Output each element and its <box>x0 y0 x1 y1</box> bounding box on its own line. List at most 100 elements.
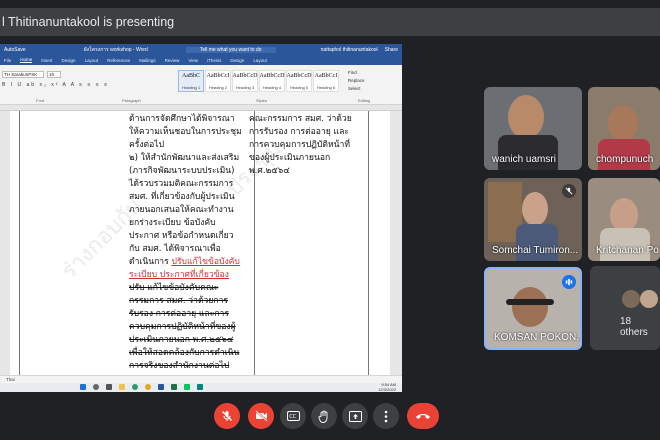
style-heading2[interactable]: AaBbCcI Heading 2 <box>205 70 231 92</box>
cell-text-b: ๒) ให้สำนักพัฒนาและส่งเสริม (ภารกิจพัฒนา… <box>129 153 240 267</box>
mic-off-icon <box>562 184 576 198</box>
style-name: Heading 6 <box>316 85 336 90</box>
style-sample: AaBbCcI <box>314 73 338 79</box>
participant-tile-active[interactable]: KOMSAN POKON... <box>484 267 582 350</box>
word-icon[interactable] <box>158 384 164 390</box>
format-tools[interactable]: B I U ab x₂ x² A A ≡ ≡ ≡ ≡ <box>2 82 109 88</box>
participant-video <box>610 198 638 232</box>
speaking-indicator-icon <box>562 275 576 289</box>
style-heading4[interactable]: AaBbCcD Heading 4 <box>259 70 285 92</box>
group-editing: Editing <box>358 98 371 103</box>
style-heading5[interactable]: AaBbCcD Heading 5 <box>286 70 312 92</box>
doc-title: ผังโครงการ workshop - Word <box>83 46 148 53</box>
participant-tile[interactable]: wanich uamsri <box>484 87 582 170</box>
more-options-button[interactable] <box>373 403 399 429</box>
tab-layout[interactable]: Layout <box>85 58 99 63</box>
end-call-button[interactable] <box>407 403 439 429</box>
style-heading3[interactable]: AaBbCcD Heading 3 <box>232 70 258 92</box>
call-controls: CC <box>0 403 660 429</box>
meet-icon[interactable] <box>197 384 203 390</box>
ribbon-tabs: File Home Insert Design Layout Reference… <box>0 55 402 65</box>
style-sample: AaBbCcD <box>232 73 258 79</box>
raise-hand-icon <box>318 410 328 423</box>
participant-name: wanich uamsri <box>492 154 556 165</box>
document-area[interactable]: ร่างกอบกับ ประชุม ด้านการจัดศึกษาได้พิจา… <box>0 111 402 375</box>
style-heading6[interactable]: AaBbCcI Heading 6 <box>313 70 339 92</box>
participant-name: Somchai Tumiron... <box>492 245 579 256</box>
captions-icon: CC <box>286 411 300 421</box>
glasses <box>506 299 554 305</box>
tab-ithesis[interactable]: iThesis <box>207 58 221 63</box>
tab-home[interactable]: Home <box>20 57 33 63</box>
avatar <box>640 290 658 308</box>
line-icon[interactable] <box>184 384 190 390</box>
tracked-delete: ปรับ แก้ไขข้อบังคับคณะกรรมการ สมศ. ว่าด้… <box>129 283 240 371</box>
participant-video <box>508 95 544 139</box>
raise-hand-button[interactable] <box>311 403 337 429</box>
present-icon <box>348 410 362 422</box>
camera-toggle-button[interactable] <box>248 403 274 429</box>
avatar <box>622 290 640 308</box>
tab-view[interactable]: View <box>188 58 198 63</box>
cell-text-col3[interactable]: คณะกรรมการ สมศ. ว่าด้วยการรับรอง การต่ออ… <box>249 113 357 178</box>
group-styles: Styles <box>256 98 267 103</box>
tell-me-search[interactable]: Tell me what you want to do <box>185 46 276 53</box>
word-title-bar: AutoSave ผังโครงการ workshop - Word Tell… <box>0 44 402 55</box>
style-heading1[interactable]: AaBbC Heading 1 <box>178 70 204 92</box>
search-icon[interactable] <box>93 384 99 390</box>
tab-table-layout[interactable]: Layout <box>253 58 267 63</box>
editing-group: Find Replace Select <box>348 69 365 93</box>
tab-file[interactable]: File <box>4 58 11 63</box>
participant-tile[interactable]: Somchai Tumiron... <box>484 178 582 261</box>
participant-name: KOMSAN POKON... <box>494 332 582 343</box>
participant-video <box>522 192 548 226</box>
style-name: Heading 5 <box>289 85 309 90</box>
participant-tile[interactable]: Kritchanan Po... <box>588 178 660 261</box>
windows-start-icon[interactable] <box>80 384 86 390</box>
participant-video <box>512 287 548 327</box>
tab-insert[interactable]: Insert <box>41 58 52 63</box>
group-paragraph: Paragraph <box>122 98 141 103</box>
status-bar: Thai <box>0 375 402 383</box>
shared-screen: AutoSave ผังโครงการ workshop - Word Tell… <box>0 44 402 392</box>
others-tile[interactable]: 18 others <box>590 266 660 350</box>
end-call-icon <box>416 414 430 419</box>
font-select[interactable]: TH SarabunPSK <box>2 71 44 78</box>
tab-mailings[interactable]: Mailings <box>139 58 156 63</box>
present-button[interactable] <box>342 403 368 429</box>
style-name: Heading 1 <box>181 85 201 90</box>
cell-text-col2[interactable]: ด้านการจัดศึกษาได้พิจารณาให้ความเห็นชอบใ… <box>129 113 243 373</box>
find-button[interactable]: Find <box>348 69 365 77</box>
select-button[interactable]: Select <box>348 85 365 93</box>
more-vert-icon <box>384 410 388 422</box>
meet-window: l Thitinanuntakool is presenting AutoSav… <box>0 0 660 440</box>
captions-button[interactable]: CC <box>280 403 306 429</box>
tab-review[interactable]: Review <box>165 58 180 63</box>
style-sample: AaBbCcD <box>286 73 312 79</box>
style-name: Heading 4 <box>262 85 282 90</box>
tab-table-design[interactable]: Design <box>230 58 244 63</box>
tab-design[interactable]: Design <box>62 58 76 63</box>
participant-name: chompunuch <box>596 154 654 165</box>
replace-button[interactable]: Replace <box>348 77 365 85</box>
share-button[interactable]: Share <box>385 47 398 53</box>
task-view-icon[interactable] <box>106 384 112 390</box>
taskbar-clock: 9:54 AM 12/3/2022 <box>378 382 396 392</box>
ribbon: TH SarabunPSK 16 B I U ab x₂ x² A A ≡ ≡ … <box>0 65 402 105</box>
excel-icon[interactable] <box>171 384 177 390</box>
style-name: Heading 3 <box>235 85 255 90</box>
explorer-icon[interactable] <box>119 384 125 390</box>
cell-text-a: ด้านการจัดศึกษาได้พิจารณาให้ความเห็นชอบใ… <box>129 114 242 150</box>
clock-date: 12/3/2022 <box>378 386 396 392</box>
tab-references[interactable]: References <box>107 58 130 63</box>
participant-tile[interactable]: chompunuch <box>588 87 660 170</box>
styles-gallery: AaBbC Heading 1 AaBbCcI Heading 2 AaBbCcD H… <box>178 70 339 92</box>
font-size-select[interactable]: 16 <box>47 71 61 78</box>
chrome-icon[interactable] <box>145 384 151 390</box>
edge-icon[interactable] <box>132 384 138 390</box>
user-name: nattaphol thitinanuntakool <box>320 46 378 53</box>
presenting-banner: l Thitinanuntakool is presenting <box>0 8 660 36</box>
mic-toggle-button[interactable] <box>214 403 240 429</box>
style-sample: AaBbCcD <box>259 73 285 79</box>
presenting-text: l Thitinanuntakool is presenting <box>2 15 175 29</box>
